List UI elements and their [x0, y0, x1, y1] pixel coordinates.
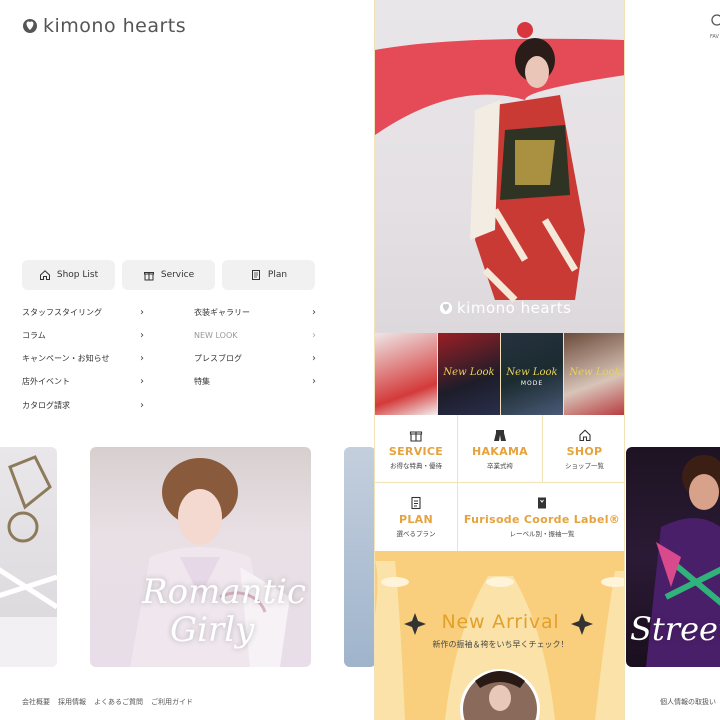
document-icon	[411, 496, 421, 510]
card-title-line2: Girly	[170, 610, 255, 650]
chevron-right-icon: ›	[140, 330, 144, 341]
link-label: 衣装ギャラリー	[194, 308, 250, 317]
gift-icon	[143, 272, 154, 281]
document-icon	[251, 270, 260, 280]
service-label: Service	[160, 270, 195, 280]
hakama-icon	[494, 429, 506, 441]
hero-photo	[375, 22, 624, 303]
footer-link-guide[interactable]: ご利用ガイド	[151, 697, 193, 707]
link-label: コラム	[22, 331, 46, 340]
footer-links: 会社概要 採用情報 よくあるご質問 ご利用ガイド	[22, 697, 193, 707]
thumbnail[interactable]: New Look MODE	[501, 333, 563, 415]
home-icon	[39, 270, 50, 280]
thumbnail-label: New Look	[443, 367, 495, 378]
home-icon	[578, 428, 591, 441]
hakama-tile[interactable]: HAKAMA 卒業式袴	[458, 415, 542, 482]
site-logo[interactable]: kimono hearts	[22, 15, 186, 37]
shop-tile[interactable]: SHOP ショップ一覧	[543, 415, 624, 482]
link-events[interactable]: 店外イベント ›	[22, 376, 144, 387]
thumbnail-sublabel: MODE	[520, 380, 544, 387]
card-title-line1: Romantic	[142, 572, 307, 612]
link-feature[interactable]: 特集 ›	[194, 376, 316, 387]
link-label: NEW LOOK	[194, 331, 238, 340]
hero-logo: kimono hearts	[439, 299, 571, 317]
link-label: キャンペーン・お知らせ	[22, 354, 110, 363]
tile-title: SHOP	[566, 444, 603, 458]
link-label: カタログ請求	[22, 401, 70, 410]
coorde-label-tile[interactable]: Furisode Coorde Label® レーベル別・振袖一覧	[458, 483, 624, 551]
link-label: 店外イベント	[22, 377, 70, 386]
link-label: スタッフスタイリング	[22, 308, 102, 317]
favorite-label: FAV	[710, 34, 719, 40]
link-label: プレスブログ	[194, 354, 242, 363]
chevron-right-icon: ›	[140, 376, 144, 387]
service-button[interactable]: Service	[122, 260, 215, 290]
coorde-card-left[interactable]	[0, 447, 57, 667]
arrival-subtitle: 新作の振袖＆袴をいち早くチェック！	[432, 640, 569, 649]
link-campaign[interactable]: キャンペーン・お知らせ ›	[22, 353, 144, 364]
chevron-right-icon: ›	[312, 376, 316, 387]
footer-link-recruit[interactable]: 採用情報	[58, 697, 86, 707]
hero-banner[interactable]: kimono hearts	[375, 0, 624, 333]
plan-label: Plan	[267, 270, 288, 280]
tile-title: HAKAMA	[471, 444, 529, 458]
link-column[interactable]: コラム ›	[22, 330, 144, 341]
link-catalog[interactable]: カタログ請求 ›	[22, 400, 144, 411]
center-column: kimono hearts New Look New Look MODE New…	[374, 0, 625, 720]
chevron-right-icon: ›	[140, 353, 144, 364]
kimono-photo	[0, 455, 57, 667]
shop-list-label: Shop List	[56, 270, 99, 280]
kimono-icon	[538, 497, 546, 509]
chevron-right-icon: ›	[140, 400, 144, 411]
footer-link-company[interactable]: 会社概要	[22, 697, 50, 707]
hero-logo-text: kimono hearts	[457, 299, 572, 317]
chevron-right-icon: ›	[312, 353, 316, 364]
thumbnail[interactable]: New Look	[564, 333, 624, 415]
tile-subtitle: 選べるプラン	[396, 530, 436, 538]
shop-list-button[interactable]: Shop List	[22, 260, 115, 290]
link-new-look[interactable]: NEW LOOK ›	[194, 330, 316, 341]
arrival-illustration	[375, 561, 624, 720]
heart-flower-icon	[23, 19, 37, 33]
gift-icon	[409, 430, 423, 442]
new-look-thumbnails: New Look New Look MODE New Look	[375, 333, 624, 415]
thumbnail-label: New Look	[569, 367, 621, 378]
arrival-title: New Arrival	[441, 611, 560, 633]
coorde-card-blue[interactable]	[344, 447, 376, 667]
chevron-right-icon: ›	[140, 307, 144, 318]
tile-subtitle: レーベル別・振袖一覧	[509, 530, 575, 538]
thumbnail-label: New Look	[506, 367, 558, 378]
thumbnail[interactable]: New Look	[438, 333, 500, 415]
tile-title: PLAN	[399, 513, 433, 526]
new-arrival-banner[interactable]: New Arrival 新作の振袖＆袴をいち早くチェック！	[375, 551, 624, 720]
heart-icon	[711, 14, 720, 26]
service-grid: SERVICE お得な特典・優待 HAKAMA 卒業式袴 SHOP ショップ一覧…	[375, 415, 624, 551]
tile-subtitle: お得な特典・優待	[390, 461, 442, 470]
tile-title: SERVICE	[388, 444, 444, 458]
chevron-right-icon: ›	[312, 307, 316, 318]
heart-flower-icon	[439, 301, 453, 315]
link-label: 特集	[194, 377, 210, 386]
card-title: Street	[630, 610, 720, 648]
chevron-right-icon: ›	[312, 330, 316, 341]
coorde-card-romantic-girly[interactable]: Romantic Girly	[90, 447, 311, 667]
thumbnail[interactable]	[375, 333, 437, 415]
tile-subtitle: ショップ一覧	[565, 461, 604, 470]
plan-tile[interactable]: PLAN 選べるプラン	[375, 483, 457, 551]
coorde-card-street[interactable]: Street	[626, 447, 720, 667]
tile-title: Furisode Coorde Label®	[463, 513, 621, 526]
favorite-button[interactable]: FAV	[708, 12, 720, 42]
link-press-blog[interactable]: プレスブログ ›	[194, 353, 316, 364]
link-gallery[interactable]: 衣装ギャラリー ›	[194, 307, 316, 318]
logo-text: kimono hearts	[43, 15, 187, 37]
service-tile[interactable]: SERVICE お得な特典・優待	[375, 415, 457, 482]
footer-link-faq[interactable]: よくあるご質問	[94, 697, 143, 707]
plan-button[interactable]: Plan	[222, 260, 315, 290]
link-staff-styling[interactable]: スタッフスタイリング ›	[22, 307, 144, 318]
tile-subtitle: 卒業式袴	[487, 461, 513, 470]
footer-link-privacy[interactable]: 個人情報の取扱い	[660, 697, 716, 707]
